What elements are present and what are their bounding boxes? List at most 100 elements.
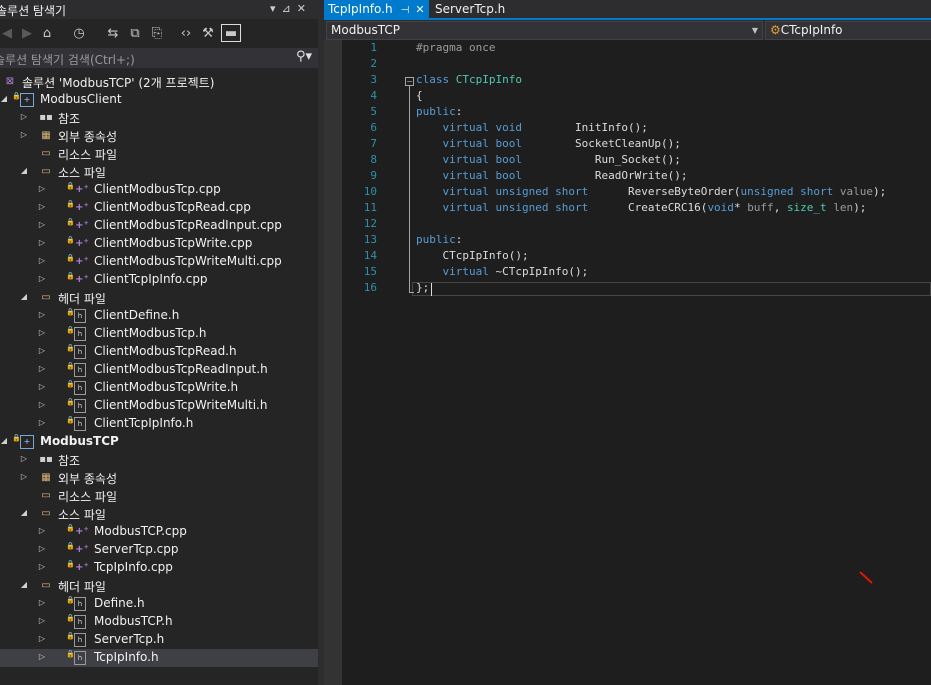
tree-item[interactable]: ▷ 🔒 h Define.h	[0, 595, 318, 613]
code-line[interactable]: virtual bool Run_Socket();	[416, 152, 681, 168]
tree-item[interactable]: ▷ 🔒 h ClientModbusTcp.h	[0, 325, 318, 343]
collapsed-arrow-icon[interactable]: ▷	[19, 130, 29, 139]
tree-item[interactable]: ◢ 🔒 + ModbusTCP	[0, 433, 318, 451]
expanded-arrow-icon[interactable]: ◢	[19, 292, 29, 301]
collapsed-arrow-icon[interactable]: ▷	[37, 562, 47, 571]
tree-item[interactable]: ▷ ▦ 외부 종속성	[0, 127, 318, 145]
code-line[interactable]: };	[416, 280, 429, 296]
preview-selected-icon[interactable]: ▬	[221, 24, 241, 42]
collapsed-arrow-icon[interactable]: ▷	[37, 544, 47, 553]
tree-item[interactable]: ▷ 🔒 +⁺ TcpIpInfo.cpp	[0, 559, 318, 577]
expanded-arrow-icon[interactable]: ◢	[19, 166, 29, 175]
tree-item[interactable]: ▷ 🔒 h ClientDefine.h	[0, 307, 318, 325]
fold-collapse-icon[interactable]: −	[405, 77, 414, 86]
expanded-arrow-icon[interactable]: ◢	[19, 508, 29, 517]
tree-item[interactable]: ▷ 🔒 +⁺ ClientTcpIpInfo.cpp	[0, 271, 318, 289]
collapsed-arrow-icon[interactable]: ▷	[37, 382, 47, 391]
pin-icon[interactable]: ⊣	[401, 5, 410, 16]
tree-item[interactable]: ▷ 🔒 +⁺ ServerTcp.cpp	[0, 541, 318, 559]
tree-item[interactable]: ▷ 🔒 +⁺ ClientModbusTcpRead.cpp	[0, 199, 318, 217]
dropdown-icon[interactable]: ▾	[270, 2, 282, 15]
tab-servertcp-h[interactable]: ServerTcp.h	[431, 0, 509, 18]
panel-title-buttons[interactable]: ▾⊿✕	[270, 2, 312, 15]
show-all-files-icon[interactable]: ⎘	[148, 25, 166, 43]
code-line[interactable]: virtual bool ReadOrWrite();	[416, 168, 688, 184]
code-line[interactable]: public:	[416, 104, 462, 120]
pin-icon[interactable]: ⊿	[282, 2, 297, 15]
tree-item[interactable]: ▷ 🔒 h ClientModbusTcpWrite.h	[0, 379, 318, 397]
tree-item[interactable]: ⊠ 솔루션 'ModbusTCP' (2개 프로젝트)	[0, 73, 318, 91]
code-line[interactable]: virtual unsigned short ReverseByteOrder(…	[416, 184, 887, 200]
code-line[interactable]: CTcpIpInfo();	[416, 248, 528, 264]
view-code-icon[interactable]: ‹›	[177, 25, 195, 43]
code-line[interactable]: virtual ~CTcpIpInfo();	[416, 264, 589, 280]
tree-item[interactable]: ◢ 🔒 + ModbusClient	[0, 91, 318, 109]
collapsed-arrow-icon[interactable]: ▷	[37, 256, 47, 265]
collapsed-arrow-icon[interactable]: ▷	[37, 346, 47, 355]
back-icon[interactable]: ◀	[0, 25, 16, 43]
tree-item[interactable]: ▷ ▪▪ 참조	[0, 109, 318, 127]
tree-item[interactable]: ◢ ▭ 소스 파일	[0, 163, 318, 181]
collapsed-arrow-icon[interactable]: ▷	[19, 454, 29, 463]
tree-item[interactable]: ▷ 🔒 +⁺ ModbusTCP.cpp	[0, 523, 318, 541]
collapsed-arrow-icon[interactable]: ▷	[37, 598, 47, 607]
tree-item[interactable]: ▷ 🔒 h ClientModbusTcpReadInput.h	[0, 361, 318, 379]
tree-item[interactable]: ▷ 🔒 +⁺ ClientModbusTcp.cpp	[0, 181, 318, 199]
search-icon[interactable]: ⚲▾	[296, 49, 312, 64]
tree-item[interactable]: ◢ ▭ 소스 파일	[0, 505, 318, 523]
scope-dropdown[interactable]: ⚙CTcpIpInfo	[765, 21, 931, 40]
expanded-arrow-icon[interactable]: ◢	[0, 436, 9, 445]
collapsed-arrow-icon[interactable]: ▷	[37, 400, 47, 409]
history-icon[interactable]: ◷	[70, 25, 88, 43]
tree-item[interactable]: ▷ 🔒 h ServerTcp.h	[0, 631, 318, 649]
collapsed-arrow-icon[interactable]: ▷	[37, 220, 47, 229]
code-line[interactable]: #pragma once	[416, 40, 495, 56]
collapsed-arrow-icon[interactable]: ▷	[37, 634, 47, 643]
tree-item[interactable]: ▷ ▪▪ 참조	[0, 451, 318, 469]
search-input[interactable]: 솔루션 탐색기 검색(Ctrl+;)	[0, 51, 135, 68]
collapsed-arrow-icon[interactable]: ▷	[37, 652, 47, 661]
collapsed-arrow-icon[interactable]: ▷	[37, 274, 47, 283]
code-line[interactable]: public:	[416, 232, 462, 248]
code-line[interactable]: virtual unsigned short CreateCRC16(void*…	[416, 200, 867, 216]
collapsed-arrow-icon[interactable]: ▷	[37, 526, 47, 535]
tree-item[interactable]: ▷ 🔒 +⁺ ClientModbusTcpReadInput.cpp	[0, 217, 318, 235]
code-line[interactable]: class CTcpIpInfo	[416, 72, 522, 88]
tree-item[interactable]: ◢ ▭ 헤더 파일	[0, 577, 318, 595]
tree-item[interactable]: ◢ ▭ 헤더 파일	[0, 289, 318, 307]
tree-item[interactable]: ▷ 🔒 h ModbusTCP.h	[0, 613, 318, 631]
tree-item[interactable]: ▷ 🔒 h ClientTcpIpInfo.h	[0, 415, 318, 433]
properties-wrench-icon[interactable]: ⚒	[199, 25, 217, 43]
collapsed-arrow-icon[interactable]: ▷	[37, 616, 47, 625]
tree-item[interactable]: ▷ 🔒 h ClientModbusTcpWriteMulti.h	[0, 397, 318, 415]
collapsed-arrow-icon[interactable]: ▷	[37, 202, 47, 211]
expanded-arrow-icon[interactable]: ◢	[19, 580, 29, 589]
collapsed-arrow-icon[interactable]: ▷	[37, 310, 47, 319]
collapsed-arrow-icon[interactable]: ▷	[37, 418, 47, 427]
code-line[interactable]: {	[416, 88, 423, 104]
close-icon[interactable]: ✕	[415, 3, 424, 16]
collapse-all-icon[interactable]: ⧉	[126, 25, 144, 43]
expanded-arrow-icon[interactable]: ◢	[0, 94, 9, 103]
collapsed-arrow-icon[interactable]: ▷	[37, 184, 47, 193]
sync-icon[interactable]: ⇆	[104, 25, 122, 43]
project-dropdown[interactable]: ModbusTCP ▼	[326, 21, 763, 40]
collapsed-arrow-icon[interactable]: ▷	[37, 328, 47, 337]
home-icon[interactable]: ⌂	[38, 25, 56, 43]
collapsed-arrow-icon[interactable]: ▷	[19, 472, 29, 481]
tree-item[interactable]: ▷ 🔒 h ClientModbusTcpRead.h	[0, 343, 318, 361]
tab-tcpipinfo-h[interactable]: TcpIpInfo.h ⊣ ✕	[324, 0, 429, 18]
forward-icon[interactable]: ▶	[18, 25, 36, 43]
tree-item[interactable]: ▭ 리소스 파일	[0, 487, 318, 505]
tree-item[interactable]: ▷ ▦ 외부 종속성	[0, 469, 318, 487]
tree-item[interactable]: ▷ 🔒 +⁺ ClientModbusTcpWriteMulti.cpp	[0, 253, 318, 271]
tree-item[interactable]: ▷ 🔒 +⁺ ClientModbusTcpWrite.cpp	[0, 235, 318, 253]
collapsed-arrow-icon[interactable]: ▷	[37, 364, 47, 373]
tree-item[interactable]: ▷ 🔒 h TcpIpInfo.h	[0, 649, 318, 667]
code-line[interactable]: virtual void InitInfo();	[416, 120, 648, 136]
collapsed-arrow-icon[interactable]: ▷	[19, 112, 29, 121]
tree-item[interactable]: ▭ 리소스 파일	[0, 145, 318, 163]
explorer-search-box[interactable]: 솔루션 탐색기 검색(Ctrl+;) ⚲▾	[0, 48, 318, 68]
collapsed-arrow-icon[interactable]: ▷	[37, 238, 47, 247]
code-line[interactable]: virtual bool SocketCleanUp();	[416, 136, 681, 152]
